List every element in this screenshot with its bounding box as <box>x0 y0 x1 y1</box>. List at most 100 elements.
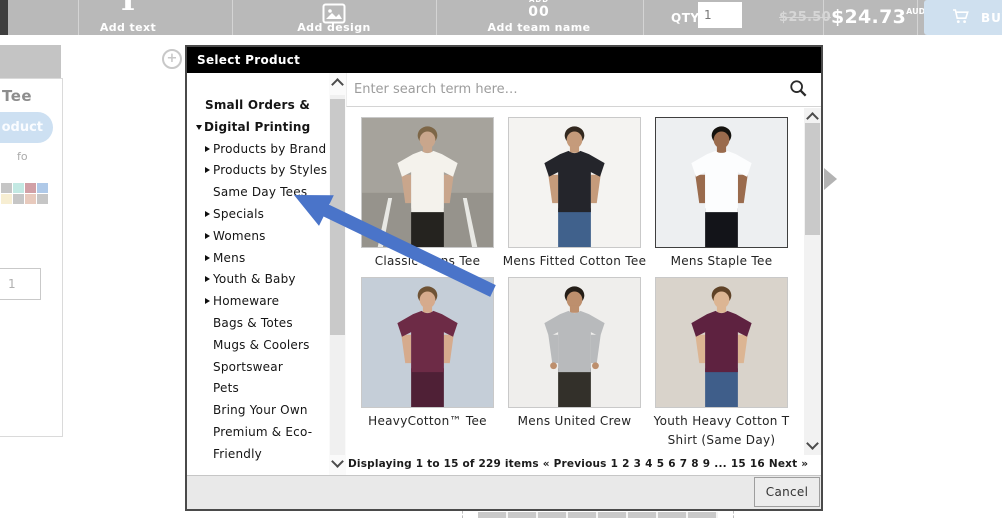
search-bar <box>346 73 821 107</box>
product-card-heavycotton-tee[interactable]: HeavyCotton™ Tee <box>361 277 494 431</box>
canvas-guide-line <box>462 511 463 518</box>
chevron-down-icon <box>196 124 202 130</box>
product-title-fragment: Tee <box>2 87 33 105</box>
modal-title-bar: Select Product <box>187 47 821 73</box>
sidebar-item-homeware[interactable]: Homeware <box>205 291 331 313</box>
panel-qty-input[interactable] <box>0 268 41 300</box>
color-swatch[interactable] <box>1 194 12 204</box>
sidebar-item-youth-baby[interactable]: Youth & Baby <box>205 269 331 291</box>
zoom-in-icon[interactable]: + <box>162 49 182 69</box>
carousel-next-icon[interactable] <box>824 168 837 190</box>
change-product-button[interactable]: oduct <box>0 112 53 143</box>
pagination: Displaying 1 to 15 of 229 items « Previou… <box>346 458 808 470</box>
old-price: $25.50 <box>779 10 831 25</box>
product-card-youth-heavy-cotton-t-shirt-same-day[interactable]: Youth Heavy Cotton T Shirt (Same Day) <box>654 277 789 450</box>
color-swatch[interactable] <box>13 183 24 193</box>
color-swatch[interactable] <box>13 194 24 204</box>
pagination-page-9[interactable]: 9 <box>703 458 711 470</box>
sidebar-item-small-orders-digital-printing[interactable]: Small Orders & Digital Printing <box>196 95 331 139</box>
sidebar-item-same-day-tees[interactable]: Same Day Tees <box>205 182 331 204</box>
side-panel-header <box>0 45 61 78</box>
pagination-page-3[interactable]: 3 <box>634 458 642 470</box>
design-canvas-edge <box>478 512 718 518</box>
add-design-button[interactable]: Add design <box>297 21 370 34</box>
sidebar-item-bring-your-own[interactable]: Bring Your Own <box>205 400 331 422</box>
toolbar-divider <box>232 0 233 35</box>
color-swatch[interactable] <box>37 183 48 193</box>
color-swatch[interactable] <box>37 194 48 204</box>
pagination-page-5[interactable]: 5 <box>657 458 665 470</box>
product-card-mens-fitted-cotton-tee[interactable]: Mens Fitted Cotton Tee <box>503 117 646 271</box>
product-image <box>655 277 788 408</box>
chevron-right-icon <box>205 232 210 239</box>
sidebar-scrollbar[interactable] <box>329 73 346 475</box>
product-image <box>361 277 494 408</box>
pagination-page-8[interactable]: 8 <box>691 458 699 470</box>
buy-button[interactable]: BUY <box>924 0 1002 35</box>
chevron-right-icon <box>205 145 210 152</box>
pagination-previous[interactable]: « Previous <box>543 458 607 470</box>
pagination-page-2[interactable]: 2 <box>622 458 630 470</box>
sidebar-item-mens[interactable]: Mens <box>205 248 331 270</box>
more-info-link[interactable]: fo <box>17 150 28 163</box>
qty-input[interactable] <box>698 2 742 28</box>
sidebar-item-sportswear[interactable]: Sportswear <box>205 357 331 379</box>
qty-label: QTY <box>671 11 700 25</box>
sidebar-item-bags-totes[interactable]: Bags & Totes <box>205 313 331 335</box>
product-card-mens-staple-tee[interactable]: Mens Staple Tee <box>655 117 788 271</box>
category-list: Small Orders & Digital Printing Products b… <box>196 95 331 466</box>
chevron-right-icon <box>205 254 210 261</box>
editor-toolbar: T Add text Add design ADD 00 Add team na… <box>0 0 1002 35</box>
color-swatch[interactable] <box>25 194 36 204</box>
sidebar-item-womens[interactable]: Womens <box>205 226 331 248</box>
scroll-down-icon[interactable] <box>806 437 819 450</box>
product-name: Mens Staple Tee <box>670 254 773 268</box>
modal-body: Small Orders & Digital Printing Products b… <box>187 73 821 475</box>
chevron-right-icon <box>205 210 210 217</box>
select-product-modal: Select Product Small Orders & Digital Pri… <box>185 45 823 511</box>
left-edge-strip <box>0 0 8 35</box>
scrollbar-thumb[interactable] <box>805 123 820 235</box>
color-swatch[interactable] <box>25 183 36 193</box>
scroll-up-icon[interactable] <box>331 78 344 91</box>
pagination-page-16[interactable]: 16 <box>750 458 765 470</box>
sidebar-item-pets[interactable]: Pets <box>205 378 331 400</box>
search-icon[interactable] <box>789 79 807 101</box>
color-swatch[interactable] <box>1 183 12 193</box>
canvas-guide-line <box>733 511 734 518</box>
add-text-button[interactable]: Add text <box>100 21 156 34</box>
add-team-name-button[interactable]: Add team name <box>488 21 591 34</box>
chevron-right-icon <box>205 167 210 174</box>
sidebar-item-mugs-coolers[interactable]: Mugs & Coolers <box>205 335 331 357</box>
pagination-page-4[interactable]: 4 <box>645 458 653 470</box>
scrollbar-thumb[interactable] <box>330 99 345 335</box>
pagination-page-7[interactable]: 7 <box>680 458 688 470</box>
sidebar-item-products-by-brand[interactable]: Products by Brand <box>205 139 331 161</box>
cancel-button[interactable]: Cancel <box>754 477 820 507</box>
sidebar-item-specials[interactable]: Specials <box>205 204 331 226</box>
product-name: Mens United Crew <box>517 414 632 428</box>
search-input[interactable] <box>347 81 789 98</box>
toolbar-divider <box>436 0 437 35</box>
product-image <box>508 117 641 248</box>
modal-footer: Cancel <box>187 475 821 509</box>
chevron-right-icon <box>205 276 210 283</box>
grid-scrollbar[interactable] <box>804 108 821 455</box>
pagination-page-1[interactable]: 1 <box>611 458 619 470</box>
toolbar-divider <box>643 0 644 35</box>
pagination-page-6[interactable]: 6 <box>668 458 676 470</box>
scroll-down-icon[interactable] <box>331 455 344 468</box>
product-card-classic-mens-tee[interactable]: Classic Mens Tee <box>361 117 494 271</box>
chevron-right-icon <box>205 298 210 305</box>
product-name: Youth Heavy Cotton T Shirt (Same Day) <box>653 414 790 447</box>
product-card-mens-united-crew[interactable]: Mens United Crew <box>508 277 641 431</box>
color-swatches <box>1 183 48 204</box>
product-image <box>508 277 641 408</box>
sidebar-item-products-by-styles[interactable]: Products by Styles <box>205 160 331 182</box>
product-image <box>361 117 494 248</box>
team-numbers-icon: ADD 00 <box>528 0 550 20</box>
pagination-next[interactable]: Next » <box>769 458 808 470</box>
pagination-page-15[interactable]: 15 <box>731 458 746 470</box>
sidebar-item-premium-eco-friendly[interactable]: Premium & Eco-Friendly <box>205 422 331 466</box>
product-name: HeavyCotton™ Tee <box>368 414 487 428</box>
